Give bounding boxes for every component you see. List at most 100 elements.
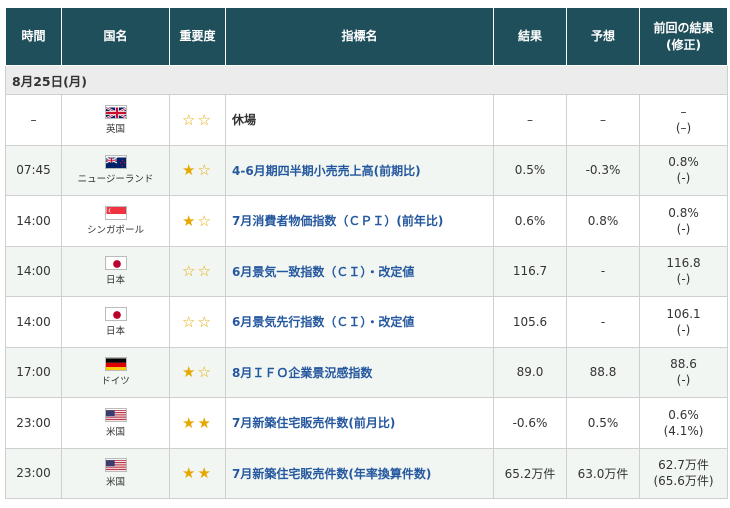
row-time: 14:00 [5,296,62,348]
row-forecast: - [566,296,640,348]
row-time: 14:00 [5,195,62,247]
importance-stars: ★☆ [169,195,226,247]
header-importance: 重要度 [169,7,226,66]
row-country: ニュージーランド [61,144,170,196]
importance-stars: ★★ [169,397,226,449]
row-country-label: 英国 [105,123,125,135]
table-row: 14:00 シンガポール ★☆ 7月消費者物価指数（ＣＰＩ）(前年比) 0.6% 0.8%… [5,195,728,247]
row-time: – [5,94,62,146]
table-row: 23:00 米国 ★★ 7月新築住宅販売件数(前月比) -0.6% 0.5% 0.6% (4.… [5,397,728,449]
header-row: 時間 国名 重要度 指標名 結果 予想 前回の結果 (修正) [5,7,728,66]
table-row: – 英国 ☆☆ 休場 – – – (–) [5,94,728,146]
table-row: 23:00 米国 ★★ 7月新築住宅販売件数(年率換算件数) 65.2万件 63.0万件 6… [5,447,728,499]
indicator-link[interactable]: 6月景気先行指数（ＣＩ）・改定値 [225,296,494,348]
row-previous-value: 116.8 [666,256,701,271]
row-forecast: - [566,245,640,297]
row-forecast: – [566,94,640,146]
row-time: 17:00 [5,346,62,398]
row-country: 米国 [61,447,170,499]
indicator-link[interactable]: 7月新築住宅販売件数(年率換算件数) [225,447,494,499]
row-country-label: 日本 [105,275,125,287]
importance-stars: ☆☆ [169,94,226,146]
row-previous-revised: (-) [676,322,691,337]
row-country: 米国 [61,397,170,449]
jp-flag-icon [104,306,127,321]
row-country: 日本 [61,296,170,348]
row-result: 105.6 [493,296,567,348]
row-country-label: 米国 [105,426,125,438]
header-country: 国名 [61,7,170,66]
us-flag-icon [104,407,127,422]
importance-stars: ★★ [169,447,226,499]
sg-flag-icon [104,205,127,220]
row-previous-value: 0.8% [668,155,699,170]
row-previous: 0.8% (-) [639,195,728,247]
table-row: 14:00 日本 ☆☆ 6月景気一致指数（ＣＩ）・改定値 116.7-116.8 (-) [5,245,728,297]
header-previous: 前回の結果 (修正) [639,7,728,66]
table-body: – 英国 ☆☆ 休場 – – – (–) 07:45 ニュージーランド ★☆ 4-6月期四半期小売売上… [5,94,728,499]
us-flag-icon [104,458,127,473]
row-time: 07:45 [5,144,62,196]
row-result: 116.7 [493,245,567,297]
header-time: 時間 [5,7,62,66]
row-forecast: 63.0万件 [566,447,640,499]
row-previous-value: 0.8% [668,205,699,220]
row-result: -0.6% [493,397,567,449]
row-previous: – (–) [639,94,728,146]
row-previous: 62.7万件 (65.6万件) [639,447,728,499]
header-previous-label: 前回の結果 [653,20,714,35]
row-result: 0.6% [493,195,567,247]
table-row: 07:45 ニュージーランド ★☆ 4-6月期四半期小売売上高(前期比) 0.5% -0.… [5,144,728,196]
row-forecast: 0.5% [566,397,640,449]
nz-flag-icon [104,155,127,170]
row-result: 65.2万件 [493,447,567,499]
row-previous: 0.8% (-) [639,144,728,196]
header-indicator: 指標名 [225,7,494,66]
row-previous-revised: (4.1%) [663,423,704,438]
date-row: 8月25日(月) [5,65,728,95]
table-row: 14:00 日本 ☆☆ 6月景気先行指数（ＣＩ）・改定値 105.6-106.1 (-) [5,296,728,348]
importance-stars: ☆☆ [169,296,226,348]
row-time: 23:00 [5,397,62,449]
row-previous: 116.8 (-) [639,245,728,297]
row-country: ドイツ [61,346,170,398]
row-previous: 88.6 (-) [639,346,728,398]
row-previous-revised: (-) [676,373,691,388]
row-country-label: ドイツ [101,376,130,388]
row-previous-value: 88.6 [670,357,697,372]
row-previous-value: 62.7万件 [658,458,709,473]
row-previous-revised: (–) [675,120,692,135]
importance-stars: ☆☆ [169,245,226,297]
indicator-link[interactable]: 6月景気一致指数（ＣＩ）・改定値 [225,245,494,297]
header-forecast: 予想 [566,7,640,66]
economic-calendar-table: 時間 国名 重要度 指標名 結果 予想 前回の結果 (修正) 8月25日(月) … [5,7,728,499]
indicator-link[interactable]: 4-6月期四半期小売売上高(前期比) [225,144,494,196]
row-previous-revised: (-) [676,171,691,186]
row-previous: 0.6% (4.1%) [639,397,728,449]
row-country-label: 米国 [105,477,125,489]
row-result: 0.5% [493,144,567,196]
row-country-label: ニュージーランド [77,174,154,186]
row-previous-revised: (65.6万件) [653,474,714,489]
indicator-link: 休場 [225,94,494,146]
row-country-label: シンガポール [86,224,144,236]
indicator-link[interactable]: 7月消費者物価指数（ＣＰＩ）(前年比) [225,195,494,247]
importance-stars: ★☆ [169,144,226,196]
header-previous-revised: (修正) [666,37,701,52]
header-result: 結果 [493,7,567,66]
uk-flag-icon [104,104,127,119]
row-previous-value: – [680,104,687,119]
row-previous: 106.1 (-) [639,296,728,348]
indicator-link[interactable]: 7月新築住宅販売件数(前月比) [225,397,494,449]
row-previous-value: 106.1 [666,306,701,321]
row-country: シンガポール [61,195,170,247]
row-previous-revised: (-) [676,221,691,236]
row-result: – [493,94,567,146]
indicator-link[interactable]: 8月ＩＦＯ企業景況感指数 [225,346,494,398]
row-forecast: 0.8% [566,195,640,247]
row-forecast: -0.3% [566,144,640,196]
row-country-label: 日本 [105,325,125,337]
de-flag-icon [104,357,127,372]
row-previous-value: 0.6% [668,407,699,422]
row-previous-revised: (-) [676,272,691,287]
